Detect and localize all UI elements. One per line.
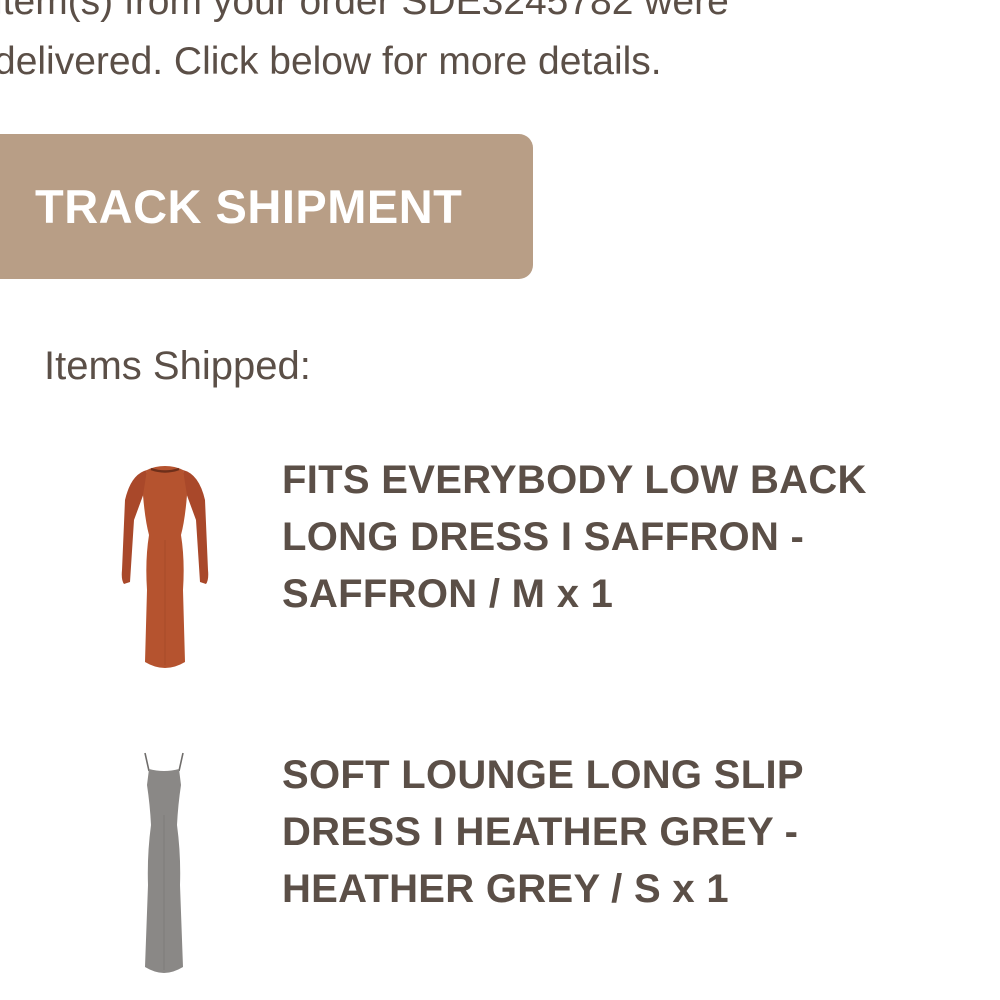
intro-line-2: delivered. Click below for more details.	[0, 40, 662, 83]
item-title[interactable]: FITS EVERYBODY LOW BACK LONG DRESS I SAF…	[282, 452, 982, 623]
items-shipped-heading: Items Shipped:	[44, 344, 311, 388]
item-title[interactable]: SOFT LOUNGE LONG SLIP DRESS I HEATHER GR…	[282, 747, 982, 918]
shipment-email: item(s) from your order SDE3245782 were …	[0, 0, 1000, 1000]
shipped-item[interactable]: SOFT LOUNGE LONG SLIP DRESS I HEATHER GR…	[0, 745, 1000, 985]
item-title-line: LONG DRESS I SAFFRON -	[282, 515, 805, 559]
item-title-line: SOFT LOUNGE LONG SLIP	[282, 753, 804, 797]
item-title-line: SAFFRON / M x 1	[282, 572, 614, 616]
intro-line-1: item(s) from your order SDE3245782 were	[0, 0, 729, 23]
shipped-item[interactable]: FITS EVERYBODY LOW BACK LONG DRESS I SAF…	[0, 450, 1000, 680]
item-title-line: FITS EVERYBODY LOW BACK	[282, 458, 867, 502]
track-shipment-label: TRACK SHIPMENT	[35, 180, 463, 233]
slip-dress-icon[interactable]	[95, 745, 235, 985]
track-shipment-button[interactable]: TRACK SHIPMENT	[0, 134, 533, 279]
item-title-line: DRESS I HEATHER GREY -	[282, 810, 799, 854]
long-sleeve-dress-icon[interactable]	[95, 450, 235, 690]
intro-text: item(s) from your order SDE3245782 were …	[0, 0, 994, 92]
item-title-line: HEATHER GREY / S x 1	[282, 867, 729, 911]
